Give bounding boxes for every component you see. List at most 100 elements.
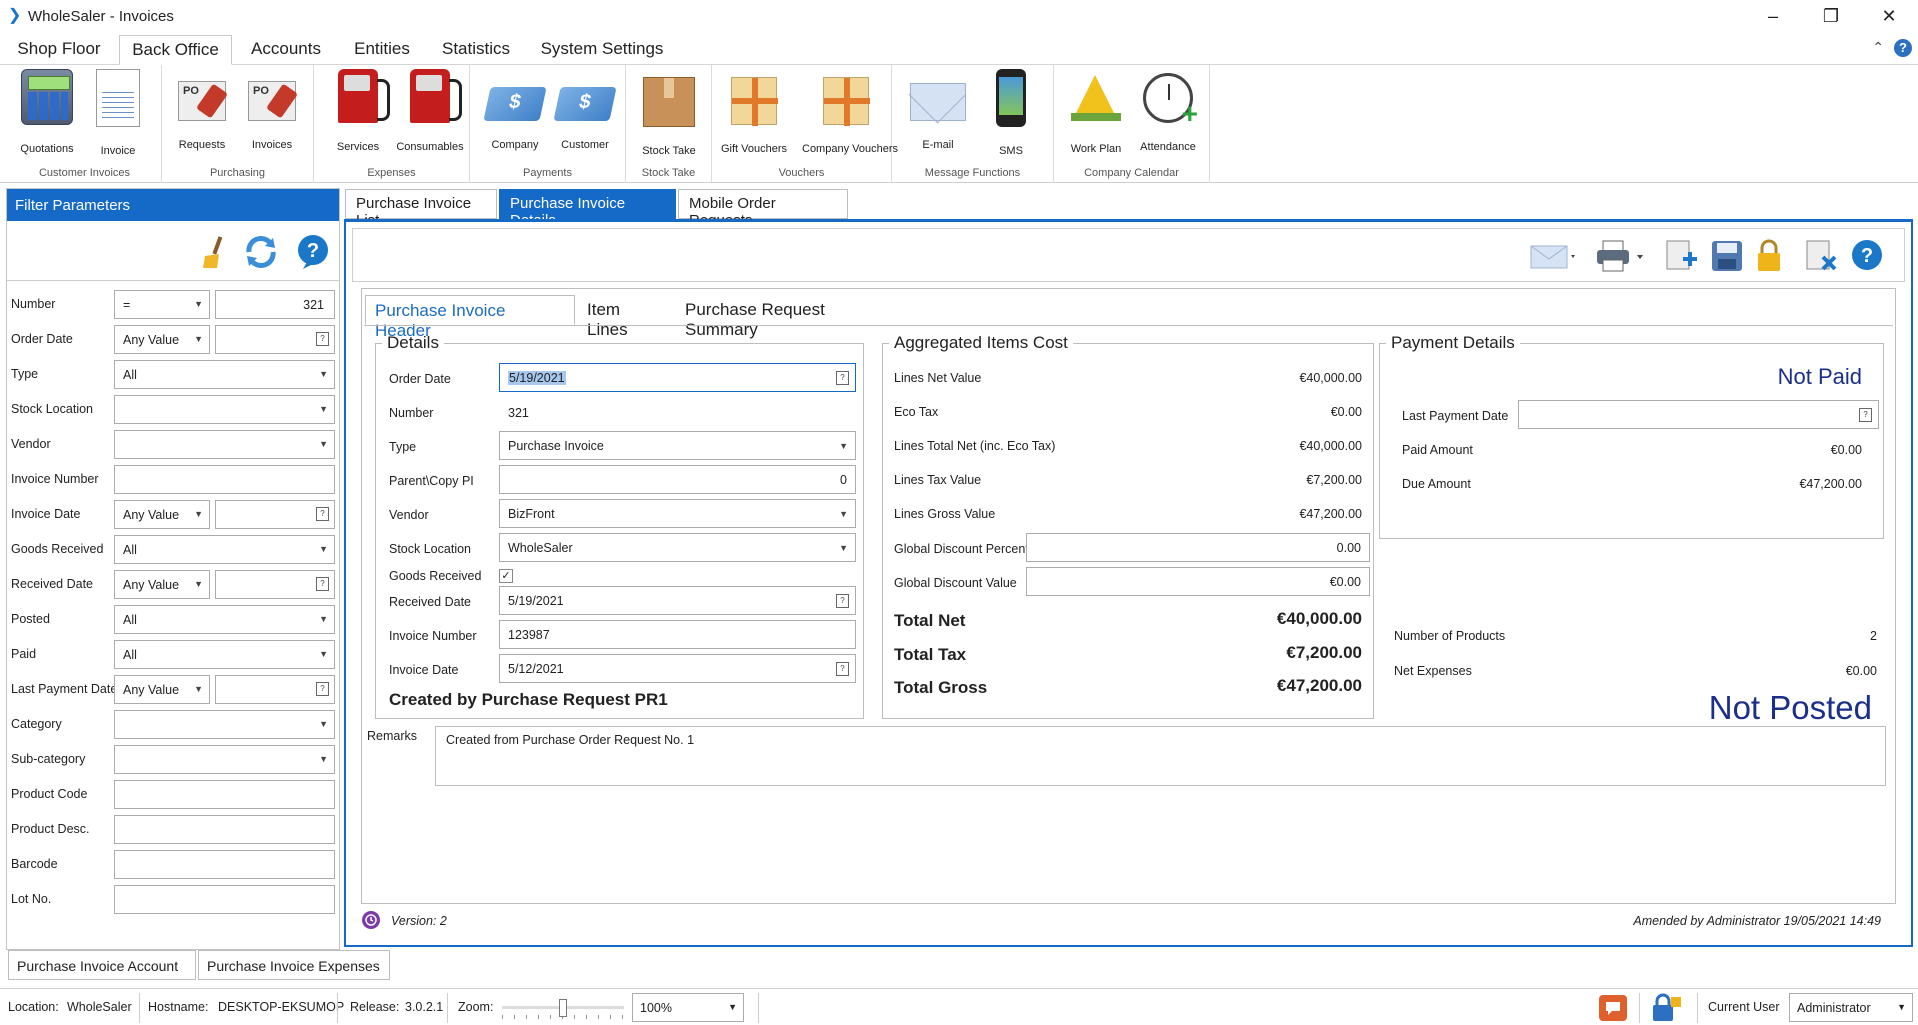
invoice-date-label: Invoice Date xyxy=(389,663,459,677)
vendor-select[interactable]: ▼ xyxy=(114,430,335,459)
minimize-button[interactable]: – xyxy=(1744,0,1802,32)
tab-system-settings[interactable]: System Settings xyxy=(536,35,668,65)
restore-button[interactable]: ❐ xyxy=(1802,0,1860,32)
tab-purchase-invoice-details[interactable]: Purchase Invoice Details xyxy=(499,189,676,229)
tab-shop-floor[interactable]: Shop Floor xyxy=(8,35,110,65)
last-payment-operator-select[interactable]: Any Value ▼ xyxy=(114,675,210,704)
paid-select[interactable]: All ▼ xyxy=(114,640,335,669)
received-date-input[interactable]: ? xyxy=(215,570,335,599)
print-icon[interactable] xyxy=(1593,239,1647,273)
lines-net-value-label: Lines Net Value xyxy=(894,371,982,385)
tab-statistics[interactable]: Statistics xyxy=(433,35,519,65)
vendor-select[interactable]: BizFront ▼ xyxy=(499,499,856,528)
invoices-button[interactable]: PO Invoices xyxy=(238,69,306,151)
order-date-operator-select[interactable]: Any Value ▼ xyxy=(114,325,210,354)
delete-document-icon[interactable] xyxy=(1803,239,1839,273)
tab-item-lines[interactable]: Item Lines xyxy=(578,295,673,339)
email-icon[interactable] xyxy=(1529,239,1579,273)
received-date-operator-select[interactable]: Any Value ▼ xyxy=(114,570,210,599)
window-title: WholeSaler - Invoices xyxy=(28,7,174,25)
user-lock-icon[interactable] xyxy=(1651,993,1683,1023)
consumables-button[interactable]: Consumables xyxy=(396,69,464,153)
received-date-field[interactable]: 5/19/2021? xyxy=(499,586,856,615)
location-label: Location: xyxy=(8,1000,59,1014)
barcode-input[interactable] xyxy=(114,850,335,879)
stock-take-button[interactable]: Stock Take xyxy=(635,69,703,157)
filter-row-vendor: Vendor ▼ xyxy=(7,429,341,459)
global-discount-value-input[interactable]: €0.00 xyxy=(1026,567,1370,596)
sms-button[interactable]: SMS xyxy=(977,69,1045,157)
invoice-number-input[interactable]: 123987 xyxy=(499,620,856,649)
parent-copy-input[interactable]: 0 xyxy=(499,465,856,494)
number-operator-select[interactable]: = ▼ xyxy=(114,290,210,319)
sub-category-select[interactable]: ▼ xyxy=(114,745,335,774)
tab-accounts[interactable]: Accounts xyxy=(243,35,329,65)
invoice-number-input[interactable] xyxy=(114,465,335,494)
product-desc-input[interactable] xyxy=(114,815,335,844)
company-vouchers-button[interactable]: Company Vouchers xyxy=(802,69,898,155)
close-button[interactable]: ✕ xyxy=(1860,0,1918,32)
tab-purchase-invoice-list[interactable]: Purchase Invoice List xyxy=(345,189,497,229)
goods-received-select[interactable]: All ▼ xyxy=(114,535,335,564)
help-icon[interactable]: ? xyxy=(295,234,331,270)
lock-icon[interactable] xyxy=(1751,239,1787,273)
tab-mobile-order-requests[interactable]: Mobile Order Requests xyxy=(678,189,848,229)
zoom-slider[interactable] xyxy=(502,999,624,1019)
last-payment-date-field[interactable]: ? xyxy=(1518,400,1879,429)
group-company-calendar: Work Plan Attendance Company Calendar xyxy=(1054,65,1210,183)
gift-vouchers-button[interactable]: Gift Vouchers xyxy=(720,69,788,155)
number-input[interactable]: 321 xyxy=(215,290,335,319)
chat-icon[interactable] xyxy=(1598,994,1628,1022)
requests-button[interactable]: PO Requests xyxy=(168,69,236,151)
type-select[interactable]: Purchase Invoice ▼ xyxy=(499,431,856,460)
category-select[interactable]: ▼ xyxy=(114,710,335,739)
invoice-button[interactable]: Invoice xyxy=(84,69,152,157)
tab-entities[interactable]: Entities xyxy=(346,35,418,65)
fuel-pump-icon xyxy=(410,69,462,123)
tab-purchase-invoice-account[interactable]: Purchase Invoice Account xyxy=(8,950,196,980)
order-date-input[interactable]: ? xyxy=(215,325,335,354)
tab-purchase-invoice-expenses[interactable]: Purchase Invoice Expenses xyxy=(198,950,390,980)
help-icon[interactable]: ? xyxy=(1894,39,1912,57)
invoice-date-field[interactable]: 5/12/2021? xyxy=(499,654,856,683)
posted-select[interactable]: All ▼ xyxy=(114,605,335,634)
type-select[interactable]: All ▼ xyxy=(114,360,335,389)
company-payment-button[interactable]: Company xyxy=(481,69,549,151)
zoom-slider-thumb[interactable] xyxy=(559,999,567,1017)
last-payment-date-input[interactable]: ? xyxy=(215,675,335,704)
quotations-button[interactable]: Quotations xyxy=(13,69,81,155)
save-icon[interactable] xyxy=(1709,239,1745,273)
work-plan-button[interactable]: Work Plan xyxy=(1062,69,1130,155)
clear-filter-icon[interactable] xyxy=(197,234,233,270)
services-button[interactable]: Services xyxy=(324,69,392,153)
tab-back-office[interactable]: Back Office xyxy=(119,35,232,65)
new-document-icon[interactable] xyxy=(1663,239,1699,273)
details-legend: Details xyxy=(387,333,439,352)
current-user-select[interactable]: Administrator ▼ xyxy=(1789,993,1913,1022)
calculator-icon xyxy=(21,69,73,125)
total-gross-label: Total Gross xyxy=(894,678,988,697)
help-icon[interactable]: ? xyxy=(1849,239,1885,273)
number-value: 321 xyxy=(508,406,529,420)
tab-purchase-invoice-header[interactable]: Purchase Invoice Header xyxy=(365,295,575,340)
history-icon[interactable] xyxy=(361,910,381,930)
envelope-icon xyxy=(910,83,966,121)
stock-location-select[interactable]: WholeSaler ▼ xyxy=(499,533,856,562)
posting-status-text: Not Posted xyxy=(1708,689,1872,726)
email-button[interactable]: E-mail xyxy=(904,69,972,151)
lot-no-input[interactable] xyxy=(114,885,335,914)
ribbon-collapse-icon[interactable]: ⌃ xyxy=(1872,39,1884,56)
customer-payment-button[interactable]: Customer xyxy=(551,69,619,151)
invoice-date-operator-select[interactable]: Any Value ▼ xyxy=(114,500,210,529)
global-discount-percent-input[interactable]: 0.00 xyxy=(1026,533,1370,562)
order-date-field[interactable]: 5/19/2021? xyxy=(499,363,856,392)
product-code-input[interactable] xyxy=(114,780,335,809)
goods-received-checkbox[interactable]: ✓ xyxy=(499,569,513,583)
zoom-select[interactable]: 100% ▼ xyxy=(632,993,744,1022)
attendance-button[interactable]: Attendance xyxy=(1134,69,1202,153)
stock-location-select[interactable]: ▼ xyxy=(114,395,335,424)
invoice-date-input[interactable]: ? xyxy=(215,500,335,529)
tab-purchase-request-summary[interactable]: Purchase Request Summary xyxy=(676,295,902,339)
refresh-icon[interactable] xyxy=(243,234,279,270)
remarks-textarea[interactable]: Created from Purchase Order Request No. … xyxy=(435,726,1886,786)
